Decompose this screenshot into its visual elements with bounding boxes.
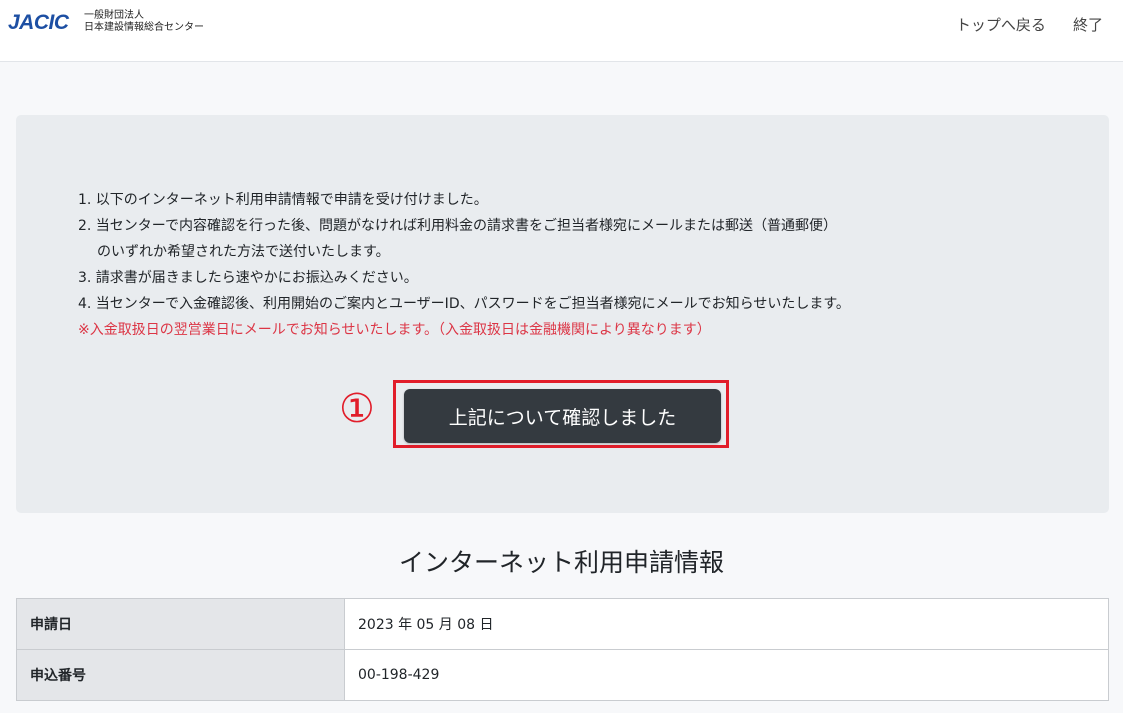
confirm-button[interactable]: 上記について確認しました: [404, 389, 721, 443]
section-title: インターネット利用申請情報: [398, 548, 724, 577]
exit-link[interactable]: 終了: [1073, 14, 1103, 35]
nav-links: トップへ戻る 終了: [934, 14, 1103, 35]
notice-list: 1. 以下のインターネット利用申請情報で申請を受け付けました。 2. 当センター…: [78, 187, 850, 343]
top-navbar: JACIC 一般財団法人 日本建設情報総合センター トップへ戻る 終了: [0, 0, 1123, 62]
notice-item-2: 2. 当センターで内容確認を行った後、問題がなければ利用料金の請求書をご担当者様…: [78, 213, 850, 265]
logo-line-2: 日本建設情報総合センター: [84, 22, 204, 33]
row-label-date: 申請日: [16, 598, 345, 650]
notice-item-2-text: 2. 当センターで内容確認を行った後、問題がなければ利用料金の請求書をご担当者様…: [78, 218, 837, 234]
step-marker: ①: [339, 386, 375, 432]
application-info-table: 申請日 2023 年 05 月 08 日 申込番号 00-198-429: [16, 598, 1109, 701]
table-row: 申請日 2023 年 05 月 08 日: [16, 598, 1109, 650]
notice-item-3: 3. 請求書が届きましたら速やかにお振込みください。: [78, 270, 418, 286]
notice-item-4: 4. 当センターで入金確認後、利用開始のご案内とユーザーID、パスワードをご担当…: [78, 296, 850, 312]
back-to-top-link[interactable]: トップへ戻る: [956, 14, 1046, 35]
notice-item-1: 1. 以下のインターネット利用申請情報で申請を受け付けました。: [78, 192, 488, 208]
notice-item-2-continued: のいずれか希望された方法で送付いたします。: [97, 244, 390, 260]
row-value-date: 2023 年 05 月 08 日: [344, 598, 1109, 650]
application-notice-panel: 1. 以下のインターネット利用申請情報で申請を受け付けました。 2. 当センター…: [16, 115, 1109, 513]
row-label-number: 申込番号: [16, 649, 345, 701]
notice-warning: ※入金取扱日の翌営業日にメールでお知らせいたします。（入金取扱日は金融機関により…: [78, 322, 711, 338]
logo-org-name: 一般財団法人 日本建設情報総合センター: [84, 10, 244, 34]
logo-mark: JACIC: [8, 11, 69, 34]
row-value-number: 00-198-429: [344, 649, 1109, 701]
logo-line-1: 一般財団法人: [84, 10, 144, 21]
table-row: 申込番号 00-198-429: [16, 649, 1109, 701]
